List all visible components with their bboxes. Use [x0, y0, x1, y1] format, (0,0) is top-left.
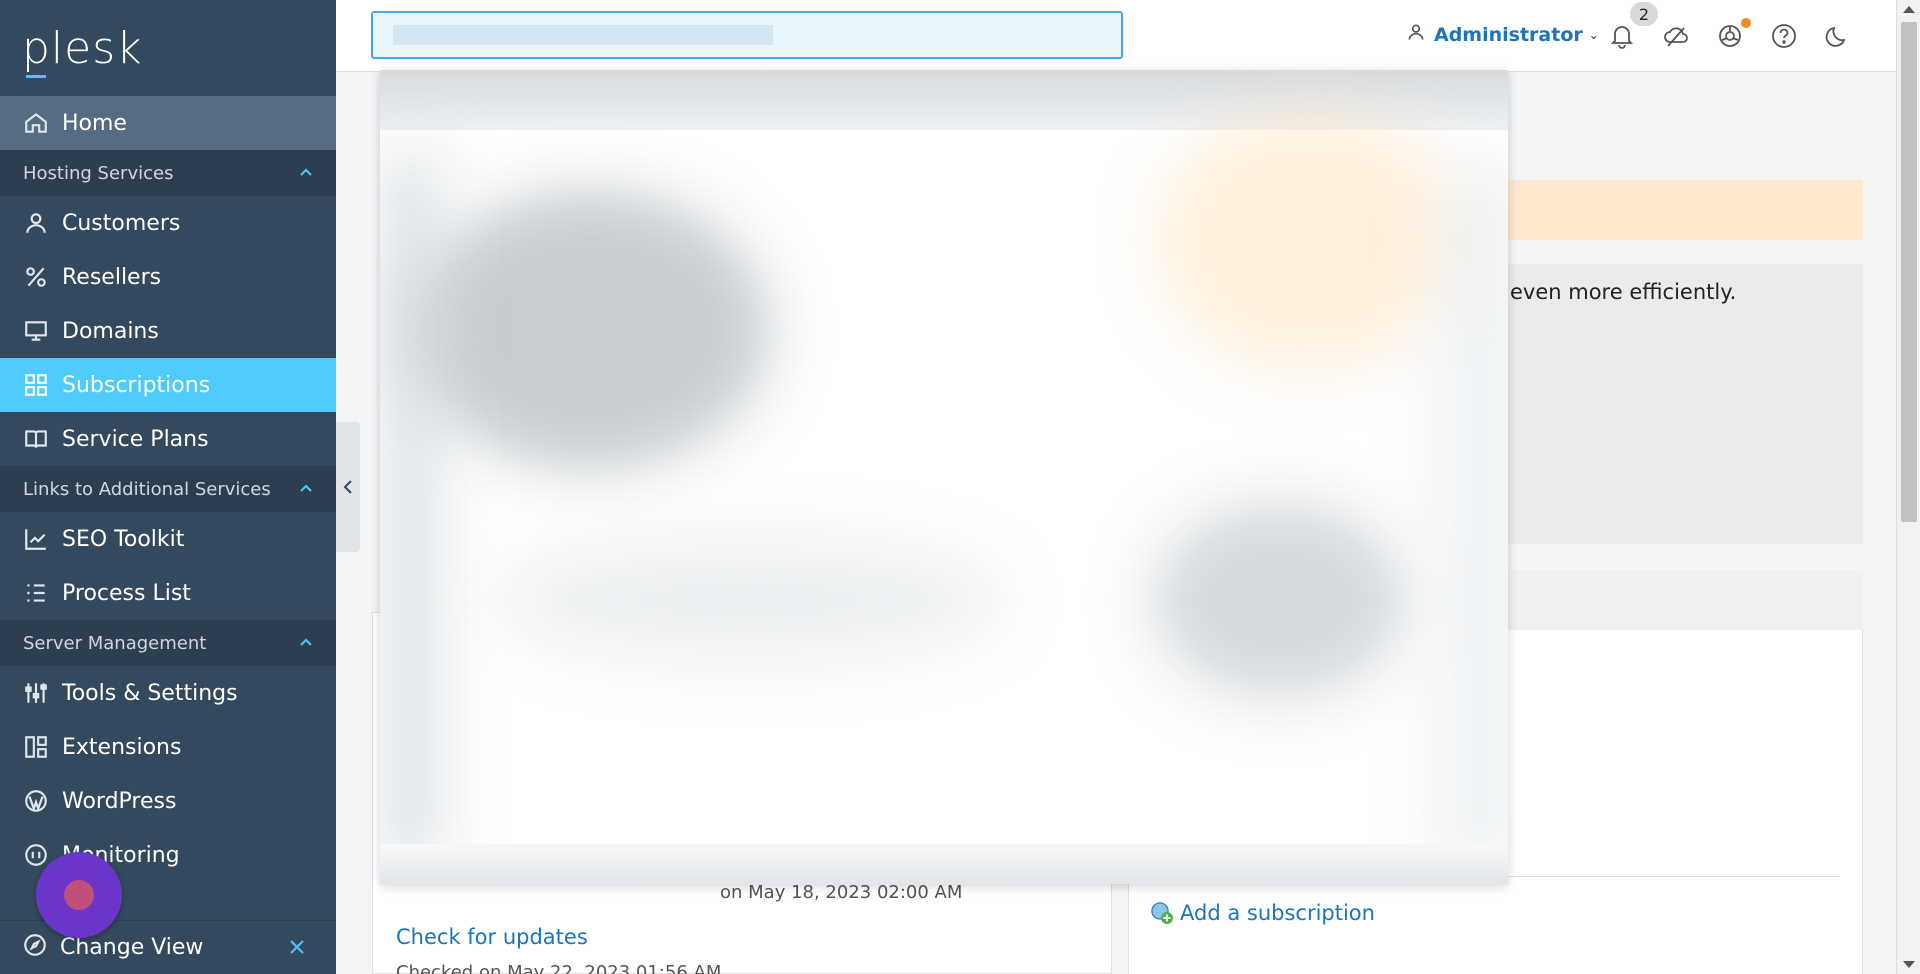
sidebar-item-label: Tools & Settings — [62, 680, 238, 706]
sidebar-item-label: Extensions — [62, 734, 182, 760]
assistant-bubble[interactable] — [36, 852, 122, 938]
add-globe-icon — [1151, 902, 1173, 924]
plesk-logo[interactable]: plesk — [0, 0, 336, 96]
search-results-dropdown[interactable] — [380, 70, 1508, 884]
section-server-management[interactable]: Server Management — [0, 620, 336, 666]
sidebar-item-label: Resellers — [62, 264, 162, 290]
logo-text: plesk — [22, 22, 143, 78]
sidebar-item-home[interactable]: Home — [0, 96, 336, 150]
sidebar: plesk Home Hosting Services Customers Re… — [0, 0, 336, 974]
page-scrollbar[interactable] — [1896, 0, 1920, 974]
cloud-icon[interactable] — [1662, 22, 1690, 50]
add-subscription-label: Add a subscription — [1180, 901, 1375, 925]
change-view-bar[interactable]: Change View — [0, 920, 336, 974]
sidebar-item-label: Home — [62, 110, 127, 136]
chevron-up-icon — [298, 165, 314, 181]
close-icon[interactable] — [286, 936, 308, 958]
sliders-icon — [22, 679, 50, 707]
home-icon — [22, 109, 50, 137]
person-icon — [22, 209, 50, 237]
search-redacted — [393, 25, 773, 45]
monitor-icon — [22, 317, 50, 345]
user-menu[interactable]: Administrator ⌄ — [1406, 22, 1599, 47]
help-icon[interactable] — [1770, 22, 1798, 50]
user-label: Administrator — [1434, 23, 1583, 46]
wordpress-icon — [22, 787, 50, 815]
sidebar-item-tools-settings[interactable]: Tools & Settings — [0, 666, 336, 720]
update-date: on May 18, 2023 02:00 AM — [720, 882, 963, 903]
section-hosting-services[interactable]: Hosting Services — [0, 150, 336, 196]
info-text: even more efficiently. — [1510, 280, 1737, 304]
blocks-icon — [22, 733, 50, 761]
chevron-up-icon — [298, 481, 314, 497]
chevron-left-icon — [343, 480, 352, 494]
sidebar-item-label: WordPress — [62, 788, 177, 814]
search-box[interactable] — [371, 11, 1123, 59]
sidebar-item-label: Service Plans — [62, 426, 209, 452]
bubble-dot — [64, 880, 94, 910]
percent-icon — [22, 263, 50, 291]
grid-icon — [22, 371, 50, 399]
update-dot — [1741, 18, 1751, 28]
bell-icon[interactable] — [1608, 22, 1636, 50]
chevron-up-icon — [298, 635, 314, 651]
chart-icon — [22, 525, 50, 553]
section-label: Links to Additional Services — [23, 478, 271, 500]
compass-icon — [22, 932, 48, 964]
sidebar-item-process-list[interactable]: Process List — [0, 566, 336, 620]
sidebar-item-service-plans[interactable]: Service Plans — [0, 412, 336, 466]
add-subscription-link[interactable]: Add a subscription — [1150, 901, 1375, 925]
section-links-additional[interactable]: Links to Additional Services — [0, 466, 336, 512]
notification-badge: 2 — [1630, 2, 1658, 26]
warning-banner — [1485, 180, 1863, 240]
sidebar-item-extensions[interactable]: Extensions — [0, 720, 336, 774]
topbar: Administrator ⌄ 2 — [336, 0, 1896, 72]
sidebar-item-label: Process List — [62, 580, 191, 606]
section-label: Hosting Services — [23, 162, 174, 184]
sidebar-item-customers[interactable]: Customers — [0, 196, 336, 250]
sidebar-item-subscriptions[interactable]: Subscriptions — [0, 358, 336, 412]
moon-icon[interactable] — [1824, 22, 1852, 50]
info-panel — [1485, 264, 1863, 544]
checked-on-text: Checked on May 22, 2023 01:56 AM — [396, 962, 722, 974]
sidebar-item-domains[interactable]: Domains — [0, 304, 336, 358]
section-label: Server Management — [23, 632, 207, 654]
sidebar-item-label: Customers — [62, 210, 181, 236]
check-updates-link[interactable]: Check for updates — [396, 925, 588, 949]
scroll-thumb[interactable] — [1901, 22, 1917, 522]
sidebar-item-wordpress[interactable]: WordPress — [0, 774, 336, 828]
scroll-up-arrow[interactable] — [1903, 6, 1915, 13]
monitoring-icon — [22, 841, 50, 869]
change-view-label: Change View — [60, 935, 204, 960]
sidebar-item-label: Domains — [62, 318, 159, 344]
sidebar-item-resellers[interactable]: Resellers — [0, 250, 336, 304]
list-icon — [22, 579, 50, 607]
extensions-icon[interactable] — [1716, 22, 1744, 50]
sidebar-collapse-handle[interactable] — [336, 422, 360, 552]
user-icon — [1406, 22, 1434, 47]
scroll-down-arrow[interactable] — [1903, 961, 1915, 968]
chevron-down-icon: ⌄ — [1588, 27, 1599, 42]
sidebar-item-seo-toolkit[interactable]: SEO Toolkit — [0, 512, 336, 566]
sidebar-item-label: SEO Toolkit — [62, 526, 185, 552]
sidebar-item-label: Subscriptions — [62, 372, 211, 398]
book-icon — [22, 425, 50, 453]
